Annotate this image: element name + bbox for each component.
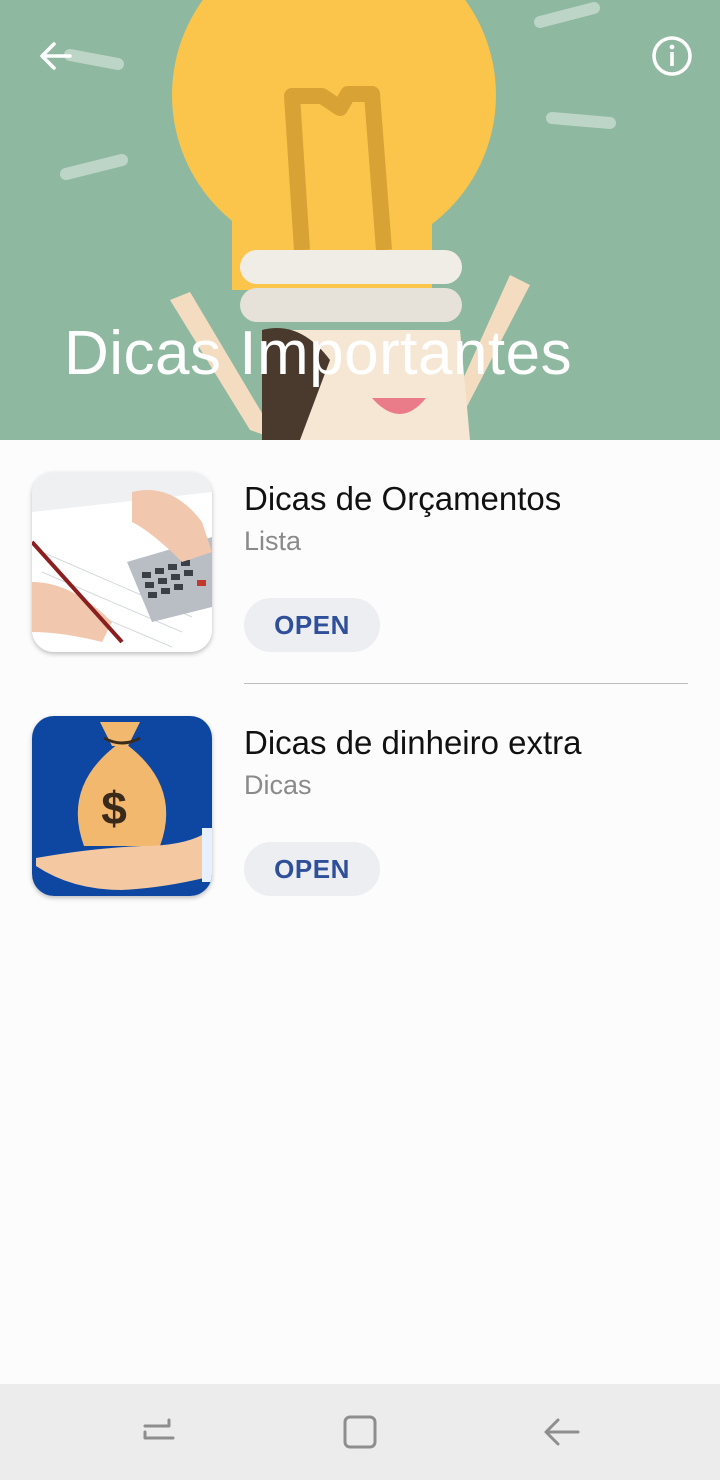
item-subtitle: Lista: [244, 526, 302, 556]
item-subtitle: Dicas: [244, 770, 312, 800]
page-title: Dicas Importantes: [64, 319, 573, 388]
list-divider: [244, 683, 688, 684]
info-button[interactable]: [644, 28, 700, 84]
system-navbar: [0, 1384, 720, 1480]
calculator-and-pen-photo: [32, 472, 212, 652]
budget-thumbnail[interactable]: [32, 472, 212, 652]
home-button[interactable]: [332, 1404, 388, 1460]
item-title: Dicas de Orçamentos: [244, 480, 562, 517]
open-button[interactable]: OPEN: [244, 598, 380, 652]
back-button[interactable]: [28, 28, 84, 84]
home-icon: [343, 1415, 377, 1449]
back-icon: [544, 1418, 580, 1446]
extra-money-thumbnail[interactable]: $: [32, 716, 212, 896]
list-item: $ Dicas de dinheiro extra Dicas OPEN: [0, 716, 720, 916]
system-back-button[interactable]: [534, 1404, 590, 1460]
money-bag-on-hand-icon: $: [32, 716, 212, 896]
svg-text:$: $: [101, 782, 127, 834]
recent-apps-button[interactable]: [131, 1404, 187, 1460]
open-button[interactable]: OPEN: [244, 842, 380, 896]
header-banner: Dicas Importantes: [0, 0, 720, 440]
list-item: Dicas de Orçamentos Lista OPEN: [0, 472, 720, 672]
arrow-left-icon: [40, 42, 72, 70]
recent-apps-icon: [143, 1418, 175, 1440]
item-title: Dicas de dinheiro extra: [244, 724, 582, 761]
info-icon: [652, 36, 692, 76]
